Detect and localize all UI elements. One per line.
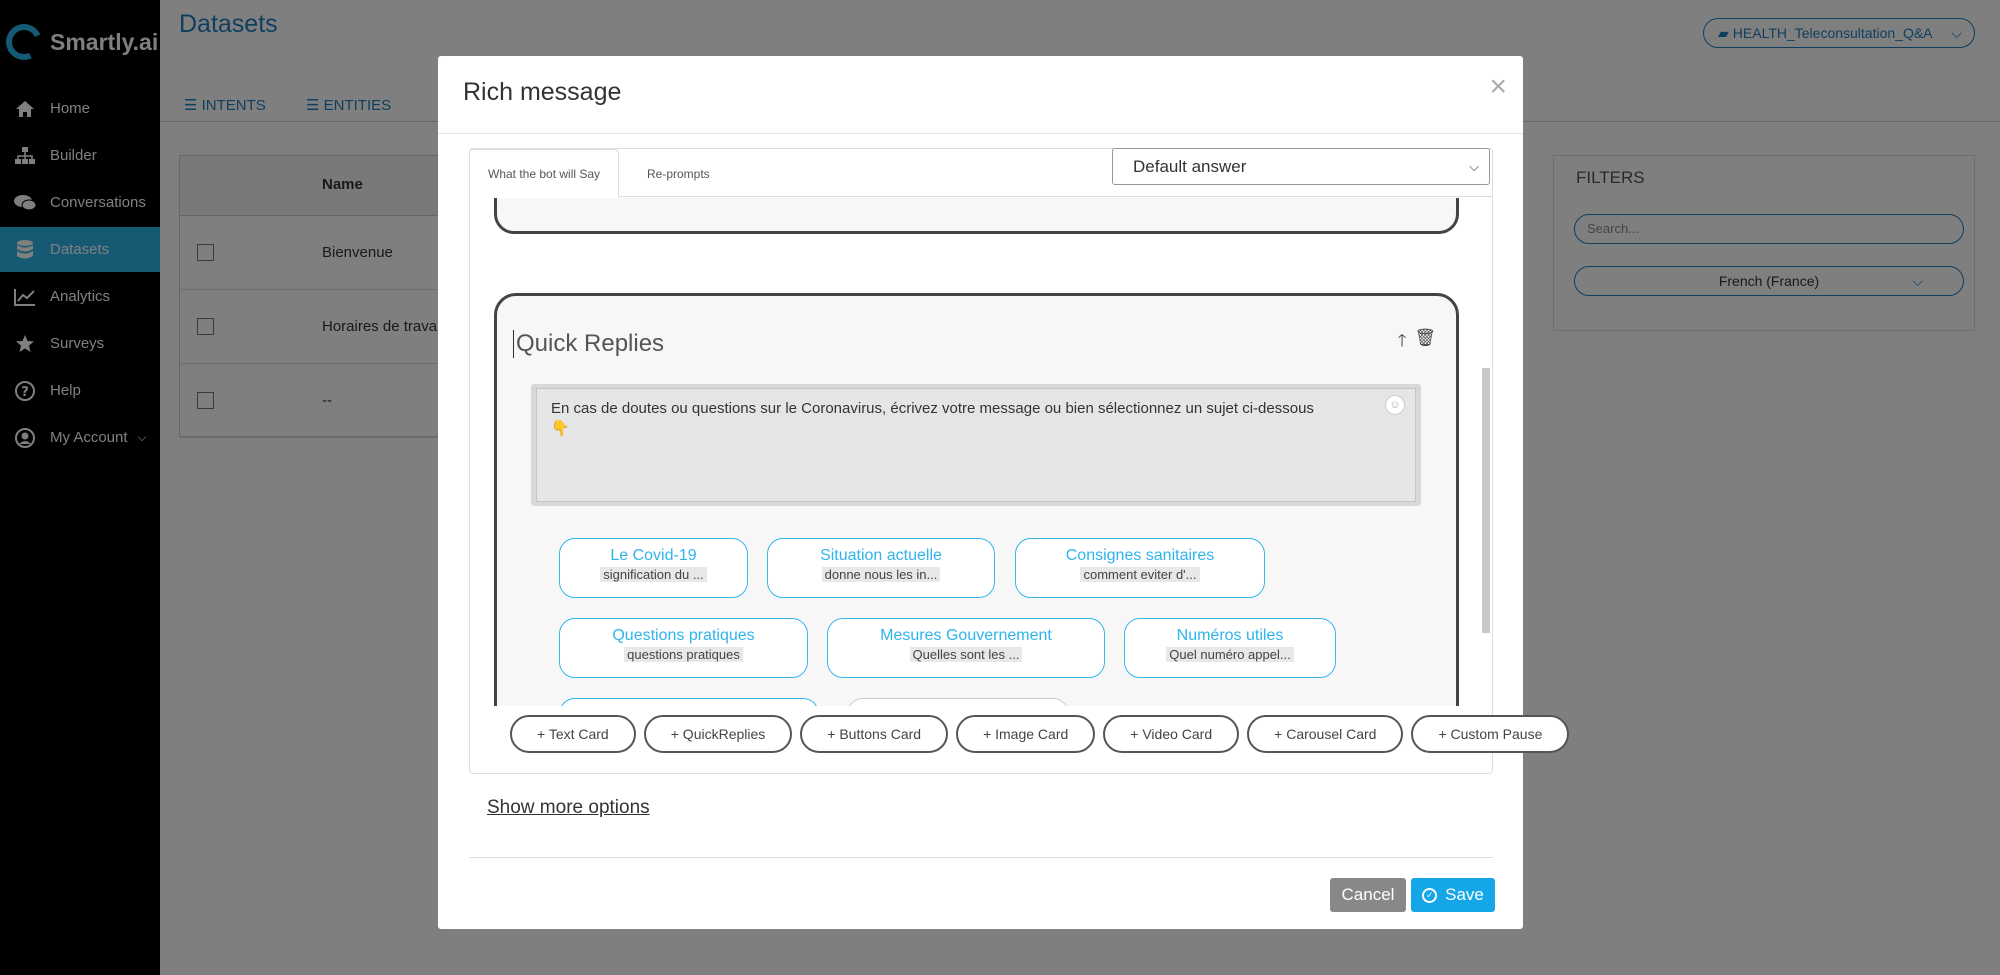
quick-reply-title: Situation actuelle [820,547,942,564]
cancel-label: Cancel [1341,885,1395,904]
quick-reply-subtitle: Quel numéro appel... [1166,647,1294,662]
add-custom-pause-button[interactable]: + Custom Pause [1411,715,1570,753]
quick-reply-button[interactable]: Consignes sanitaires comment eviter d'..… [1015,538,1265,598]
tab-re-prompts[interactable]: Re-prompts [629,149,728,198]
save-label: Save [1445,885,1484,904]
quick-reply-subtitle: comment eviter d'... [1080,567,1200,582]
message-text: En cas de doutes ou questions sur le Cor… [551,400,1314,417]
add-video-card-button[interactable]: + Video Card [1103,715,1240,753]
tab-label: Re-prompts [647,166,710,181]
quick-reply-title: Numéros utiles [1176,627,1284,644]
check-circle-icon: ✓ [1422,887,1438,903]
quick-reply-button[interactable]: Numéros utiles Quel numéro appel... [1124,618,1336,678]
quick-reply-button[interactable]: Questions pratiques questions pratiques [559,618,808,678]
quick-reply-button[interactable] [559,698,819,706]
pointing-down-emoji: 👇 [551,420,570,437]
footer-divider [469,857,1493,858]
message-wrapper: En cas de doutes ou questions sur le Cor… [531,384,1421,506]
quick-reply-title: Mesures Gouvernement [880,627,1052,644]
emoji-picker-icon[interactable]: ☺ [1385,395,1405,415]
quick-reply-subtitle: donne nous les in... [821,567,941,582]
quick-reply-title: Consignes sanitaires [1065,547,1215,564]
add-carousel-card-button[interactable]: + Carousel Card [1247,715,1404,753]
close-icon[interactable]: × [1489,70,1507,104]
quick-reply-button[interactable]: Mesures Gouvernement Quelles sont les ..… [827,618,1105,678]
add-buttons-card-button[interactable]: + Buttons Card [800,715,949,753]
modal-header: Rich message × [438,56,1523,134]
quick-reply-subtitle: Quelles sont les ... [909,647,1023,662]
answer-select-value: Default answer [1133,156,1247,176]
cards-scroll-area[interactable]: Quick Replies 🡑 🗑 En cas de doutes ou qu… [470,198,1492,706]
quick-reply-subtitle: signification du ... [600,567,707,582]
arrow-up-icon[interactable]: 🡑 [1398,328,1407,357]
chevron-down-icon: ⌵ [1469,158,1479,174]
quick-reply-button[interactable]: Situation actuelle donne nous les in... [767,538,995,598]
tab-label: What the bot will Say [488,166,601,181]
quick-reply-button[interactable] [847,698,1069,706]
message-textarea[interactable]: En cas de doutes ou questions sur le Cor… [536,388,1416,502]
quick-reply-title: Le Covid-19 [610,547,697,564]
quick-reply-button[interactable]: Le Covid-19 signification du ... [559,538,748,598]
message-tabs: What the bot will Say Re-prompts Default… [469,148,1492,198]
card-title[interactable]: Quick Replies [513,330,664,358]
cancel-button[interactable]: Cancel [1330,878,1406,912]
add-quickreplies-button[interactable]: + QuickReplies [643,715,793,753]
add-card-buttons: + Text Card + QuickReplies + Buttons Car… [510,715,1570,753]
quick-reply-subtitle: questions pratiques [624,647,743,662]
add-image-card-button[interactable]: + Image Card [956,715,1096,753]
modal-title: Rich message [463,78,622,106]
scrollbar-thumb[interactable] [1482,368,1490,633]
previous-card [494,198,1459,234]
tab-what-the-bot-will-say[interactable]: What the bot will Say [469,149,620,198]
quick-reply-title: Questions pratiques [612,627,755,644]
save-button[interactable]: ✓ Save [1411,878,1495,912]
trash-icon[interactable]: 🗑 [1414,328,1436,357]
answer-select[interactable]: Default answer ⌵ [1112,148,1490,185]
rich-message-modal: Rich message × What the bot will Say Re-… [438,56,1570,929]
add-text-card-button[interactable]: + Text Card [510,715,636,753]
show-more-options-link[interactable]: Show more options [487,797,650,819]
quick-replies-card: Quick Replies 🡑 🗑 En cas de doutes ou qu… [494,293,1459,706]
message-editor-panel: What the bot will Say Re-prompts Default… [469,148,1570,774]
